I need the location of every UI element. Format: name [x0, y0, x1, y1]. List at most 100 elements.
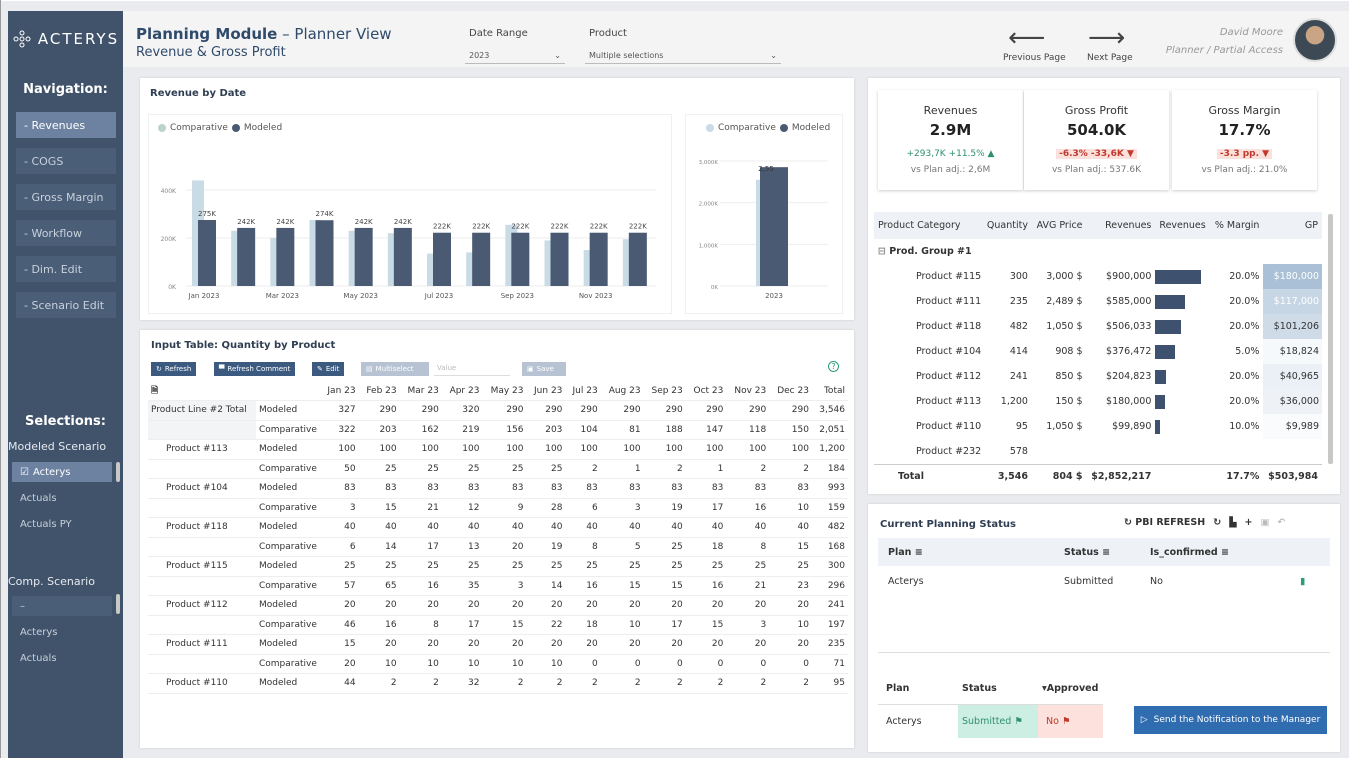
quantity-cell[interactable]: 10: [769, 615, 812, 635]
quantity-cell[interactable]: 32: [441, 673, 483, 694]
modeled-actuals-py[interactable]: Actuals PY: [12, 514, 112, 534]
quantity-cell[interactable]: 10: [399, 654, 442, 674]
quantity-cell[interactable]: 0: [769, 654, 812, 674]
quantity-cell[interactable]: 40: [358, 517, 400, 538]
quantity-cell[interactable]: 100: [726, 439, 770, 460]
quantity-cell[interactable]: 20: [526, 634, 566, 655]
modeled-bar[interactable]: [589, 232, 608, 286]
quantity-cell[interactable]: 20: [769, 595, 812, 616]
quantity-cell[interactable]: 17: [685, 498, 727, 518]
quantity-cell[interactable]: 15: [319, 634, 359, 655]
quantity-cell[interactable]: 17: [441, 615, 483, 635]
quantity-cell[interactable]: 21: [726, 576, 770, 596]
product-col-header[interactable]: AVG Price: [1032, 212, 1087, 239]
quantity-cell[interactable]: 18: [685, 537, 727, 557]
quantity-cell[interactable]: 25: [643, 537, 686, 557]
comp-acterys[interactable]: Acterys: [12, 622, 112, 642]
quantity-cell[interactable]: 16: [358, 615, 400, 635]
quantity-cell[interactable]: 2: [565, 673, 601, 694]
quantity-cell[interactable]: 15: [600, 576, 644, 596]
quantity-cell[interactable]: 20: [482, 537, 527, 557]
quantity-cell[interactable]: 83: [526, 478, 566, 499]
quantity-cell[interactable]: 100: [399, 439, 442, 460]
quantity-cell[interactable]: 40: [399, 517, 442, 538]
confirmed-header[interactable]: Is_confirmed ≡: [1140, 538, 1290, 566]
quantity-cell[interactable]: 28: [526, 498, 566, 518]
quantity-cell[interactable]: 40: [526, 517, 566, 538]
quantity-cell[interactable]: 100: [600, 439, 644, 460]
modeled-bar[interactable]: [511, 232, 530, 286]
quantity-cell[interactable]: 14: [526, 576, 566, 596]
quantity-cell[interactable]: 20: [565, 595, 601, 616]
comp-actuals[interactable]: Actuals: [12, 648, 112, 668]
quantity-cell[interactable]: 184: [811, 459, 848, 479]
quantity-cell[interactable]: 2,051: [811, 420, 848, 440]
quantity-cell[interactable]: 482: [811, 517, 848, 538]
quantity-cell[interactable]: 0: [600, 654, 644, 674]
quantity-cell[interactable]: 20: [319, 654, 359, 674]
quantity-cell[interactable]: 15: [769, 537, 812, 557]
product-col-header[interactable]: Product Category: [874, 212, 982, 239]
quantity-cell[interactable]: 320: [441, 400, 483, 421]
quantity-cell[interactable]: 104: [565, 420, 601, 440]
plus-icon[interactable]: +: [1245, 517, 1253, 528]
quantity-cell[interactable]: 10: [526, 654, 566, 674]
quantity-cell[interactable]: 2: [399, 673, 442, 694]
quantity-cell[interactable]: 1: [685, 459, 727, 479]
quantity-cell[interactable]: 290: [482, 400, 527, 421]
quantity-cell[interactable]: 40: [600, 517, 644, 538]
modeled-bar[interactable]: [393, 227, 412, 286]
quantity-cell[interactable]: 19: [643, 498, 686, 518]
quantity-cell[interactable]: 83: [726, 478, 770, 499]
nav-dim-edit[interactable]: - Dim. Edit: [16, 256, 116, 282]
nav-cogs[interactable]: - COGS: [16, 148, 116, 174]
quantity-cell[interactable]: 327: [319, 400, 359, 421]
quantity-cell[interactable]: 290: [643, 400, 686, 421]
quantity-cell[interactable]: 147: [685, 420, 727, 440]
quantity-cell[interactable]: 8: [726, 537, 770, 557]
product-table-scrollbar[interactable]: [1328, 214, 1333, 464]
modeled-bar[interactable]: [198, 220, 216, 286]
quantity-cell[interactable]: 25: [441, 556, 483, 577]
product-col-header[interactable]: Revenues: [1155, 212, 1210, 239]
quantity-cell[interactable]: 290: [769, 400, 812, 421]
quantity-cell[interactable]: 0: [565, 654, 601, 674]
quantity-cell[interactable]: 100: [565, 439, 601, 460]
quantity-cell[interactable]: 100: [643, 439, 686, 460]
modeled-bar[interactable]: [628, 232, 647, 286]
quantity-cell[interactable]: 118: [726, 420, 770, 440]
quantity-cell[interactable]: 290: [685, 400, 727, 421]
modeled-bar[interactable]: [237, 227, 256, 286]
quantity-cell[interactable]: 16: [726, 498, 770, 518]
modeled-bar[interactable]: [550, 232, 569, 286]
quantity-cell[interactable]: 8: [399, 615, 442, 635]
quantity-cell[interactable]: 25: [600, 556, 644, 577]
quantity-cell[interactable]: 19: [526, 537, 566, 557]
quantity-cell[interactable]: 100: [769, 439, 812, 460]
quantity-cell[interactable]: 5: [600, 537, 644, 557]
quantity-cell[interactable]: 20: [643, 634, 686, 655]
quantity-cell[interactable]: 322: [319, 420, 359, 440]
quantity-cell[interactable]: 2: [643, 459, 686, 479]
quantity-cell[interactable]: 290: [726, 400, 770, 421]
next-page-link[interactable]: Next Page: [1087, 53, 1133, 63]
quantity-cell[interactable]: 20: [769, 634, 812, 655]
quantity-cell[interactable]: 40: [685, 517, 727, 538]
modeled-actuals[interactable]: Actuals: [12, 488, 112, 508]
quantity-cell[interactable]: 219: [441, 420, 483, 440]
quantity-cell[interactable]: 20: [643, 595, 686, 616]
quantity-cell[interactable]: 35: [441, 576, 483, 596]
quantity-cell[interactable]: 18: [565, 615, 601, 635]
quantity-cell[interactable]: 20: [685, 595, 727, 616]
nav-scenario-edit[interactable]: - Scenario Edit: [16, 292, 116, 318]
modeled-bar[interactable]: [354, 227, 373, 286]
quantity-cell[interactable]: 10: [769, 498, 812, 518]
refresh-button[interactable]: ↻ Refresh: [151, 362, 197, 376]
nav-workflow[interactable]: - Workflow: [16, 220, 116, 246]
pbi-refresh-button[interactable]: ↻ PBI REFRESH: [1124, 517, 1205, 528]
quantity-cell[interactable]: 81: [600, 420, 644, 440]
quantity-cell[interactable]: 20: [685, 634, 727, 655]
quantity-cell[interactable]: 15: [643, 576, 686, 596]
modeled-scrollbar[interactable]: [116, 462, 120, 482]
modeled-bar[interactable]: [276, 227, 295, 286]
